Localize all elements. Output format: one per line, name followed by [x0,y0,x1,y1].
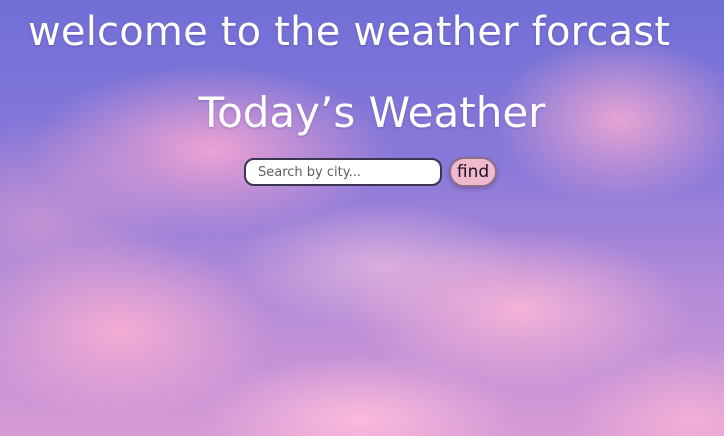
search-input[interactable] [244,158,442,186]
page-title: Today’s Weather [198,88,546,137]
find-button[interactable]: find [449,157,497,187]
weather-page: welcome to the weather forcast Today’s W… [0,0,724,436]
welcome-heading: welcome to the weather forcast [28,9,671,55]
search-form: find [244,157,497,187]
